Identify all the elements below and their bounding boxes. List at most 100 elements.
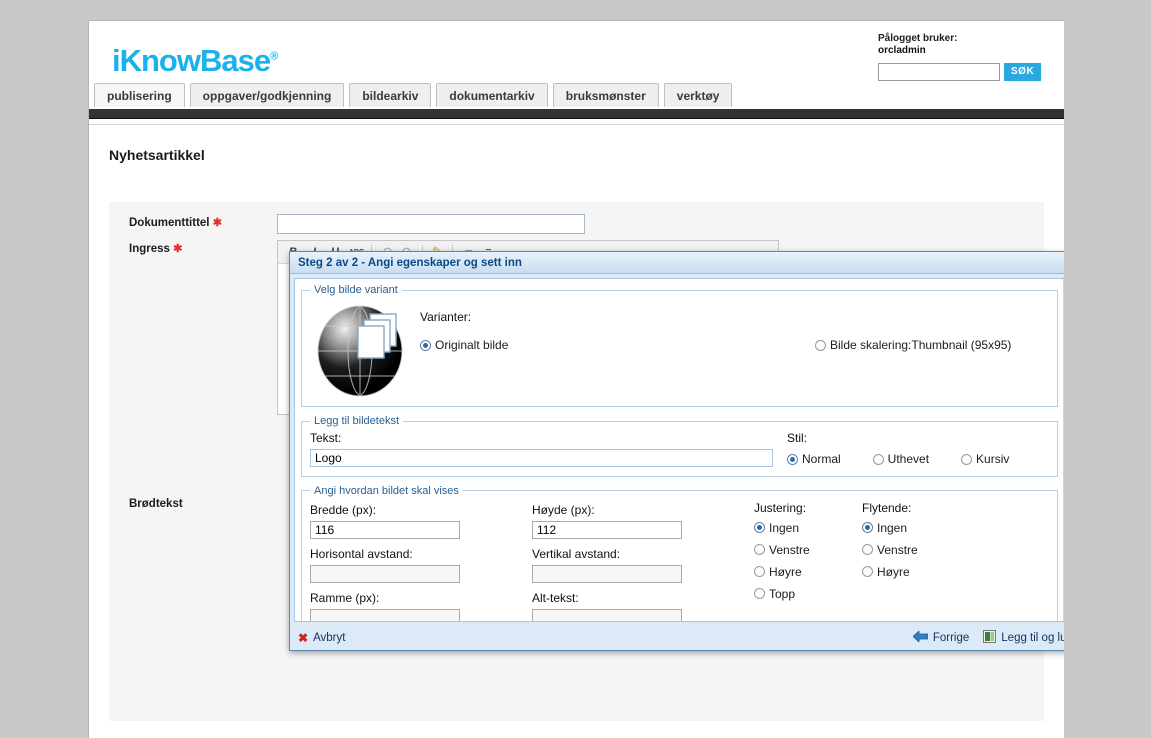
variant-option-label: Originalt bilde <box>435 338 509 352</box>
variant-option-label: Bilde skalering:Thumbnail (95x95) <box>830 338 1012 352</box>
height-input[interactable] <box>532 520 682 539</box>
align-option-topp[interactable]: Topp <box>754 587 850 601</box>
radio-icon[interactable] <box>420 339 431 351</box>
vspace-input[interactable] <box>532 564 682 583</box>
align-option-hoyre[interactable]: Høyre <box>754 565 850 579</box>
close-x-icon: ✖ <box>298 631 309 645</box>
main-nav-tabs: publisering oppgaver/godkjenning bildearki… <box>89 83 1064 109</box>
radio-icon[interactable] <box>754 588 765 599</box>
insert-image-dialog: Steg 2 av 2 - Angi egenskaper og sett in… <box>289 251 1064 651</box>
radio-icon[interactable] <box>754 566 765 577</box>
logged-in-user-label: Pålogget bruker: <box>878 33 958 44</box>
variant-option-original[interactable]: Originalt bilde <box>420 338 815 354</box>
dialog-footer: ✖ Avbryt Forrige Legg til og lukk <box>290 626 1064 650</box>
search-button[interactable]: SØK <box>1004 63 1042 81</box>
alt-text-input[interactable] <box>532 608 682 621</box>
previous-label: Forrige <box>932 632 970 644</box>
tab-oppgaver-godkjenning[interactable]: oppgaver/godkjenning <box>189 83 345 107</box>
caption-style-radio-group: Normal Uthevet Kursiv <box>787 449 1049 468</box>
radio-icon[interactable] <box>961 453 973 465</box>
variant-row: Varianter: Originalt bilde Bilde skaleri… <box>310 300 1049 398</box>
submit-button[interactable]: Legg til og lukk <box>983 630 1064 646</box>
caption-text-label: Tekst: <box>310 431 342 445</box>
registered-mark-icon: ® <box>270 50 278 63</box>
dialog-scrollbar[interactable]: ▲ ▼ <box>1063 279 1064 621</box>
variant-option-thumbnail[interactable]: Bilde skalering:Thumbnail (95x95) <box>815 338 1023 354</box>
style-option-uthevet[interactable]: Uthevet <box>872 452 941 468</box>
style-option-kursiv[interactable]: Kursiv <box>961 452 1021 468</box>
radio-icon[interactable] <box>754 522 765 533</box>
tab-verktoy[interactable]: verktøy <box>663 83 733 107</box>
border-label: Ramme (px): <box>310 590 380 605</box>
dialog-body: Velg bilde variant Varianter: Originalt … <box>294 278 1064 622</box>
user-box: Pålogget bruker: orcladmin SØK <box>878 33 1050 81</box>
display-legend: Angi hvordan bildet skal vises <box>314 484 459 497</box>
radio-icon[interactable] <box>862 544 873 555</box>
float-option-ingen[interactable]: Ingen <box>862 521 958 535</box>
dialog-footer-left: ✖ Avbryt <box>298 631 913 645</box>
cancel-button[interactable]: ✖ Avbryt <box>298 631 345 645</box>
align-option-venstre[interactable]: Venstre <box>754 543 850 557</box>
radio-icon[interactable] <box>754 544 765 555</box>
align-option-ingen[interactable]: Ingen <box>754 521 850 535</box>
caption-text-input[interactable] <box>310 449 773 467</box>
brodtekst-label: Brødtekst <box>129 498 183 510</box>
dialog-title: Steg 2 av 2 - Angi egenskaper og sett in… <box>298 256 522 269</box>
radio-icon[interactable] <box>815 339 826 351</box>
caption-legend: Legg til bildetekst <box>314 415 399 427</box>
tab-dokumentarkiv[interactable]: dokumentarkiv <box>436 83 548 107</box>
display-col-middle: Høyde (px): Vertikal avstand: Alt-tekst: <box>532 501 754 621</box>
width-input[interactable] <box>310 520 460 539</box>
display-col-left: Bredde (px): Horisontal avstand: Ramme (… <box>310 501 532 621</box>
cancel-label: Avbryt <box>313 632 346 644</box>
tab-publisering[interactable]: publisering <box>94 83 185 107</box>
border-input[interactable] <box>310 608 460 621</box>
alt-text-label: Alt-tekst: <box>532 590 579 605</box>
site-header: iKnowBase® Pålogget bruker: orcladmin SØ… <box>89 21 1064 83</box>
variant-legend: Velg bilde variant <box>314 284 398 296</box>
radio-icon[interactable] <box>872 453 884 465</box>
radio-icon[interactable] <box>862 566 873 577</box>
page-title: Nyhetsartikkel <box>109 147 205 163</box>
float-option-label: Ingen <box>877 520 908 535</box>
image-globe-icon <box>316 302 408 398</box>
nav-divider <box>89 109 1064 119</box>
align-option-label: Ingen <box>769 520 800 535</box>
hspace-label: Horisontal avstand: <box>310 546 413 561</box>
tab-bruksmonster[interactable]: bruksmønster <box>552 83 659 107</box>
caption-row: Tekst: Stil: Normal Uthevet Kursiv <box>310 431 1049 468</box>
arrow-left-icon <box>912 630 929 645</box>
align-option-label: Venstre <box>769 542 810 557</box>
ingress-label: Ingress ✱ <box>109 240 277 258</box>
previous-button[interactable]: Forrige <box>912 630 970 645</box>
caption-style-label: Stil: <box>787 431 808 445</box>
dialog-footer-right: Forrige Legg til og lukk <box>912 630 1064 646</box>
style-option-normal[interactable]: Normal <box>787 452 853 468</box>
logged-in-user-name: orcladmin <box>878 45 926 56</box>
variant-body: Varianter: Originalt bilde Bilde skaleri… <box>420 300 1049 354</box>
hspace-input[interactable] <box>310 564 460 583</box>
float-option-label: Høyre <box>877 564 910 579</box>
float-option-label: Venstre <box>877 542 918 557</box>
insert-image-icon <box>983 630 997 646</box>
nav-divider-light <box>89 119 1064 125</box>
float-option-hoyre[interactable]: Høyre <box>862 565 958 579</box>
style-option-label: Uthevet <box>887 452 930 466</box>
style-option-label: Kursiv <box>976 452 1010 466</box>
application-window: iKnowBase® Pålogget bruker: orcladmin SØ… <box>88 20 1064 738</box>
dialog-title-bar[interactable]: Steg 2 av 2 - Angi egenskaper og sett in… <box>290 252 1064 274</box>
radio-icon[interactable] <box>862 522 873 533</box>
vspace-label: Vertikal avstand: <box>532 546 621 561</box>
tab-bildearkiv[interactable]: bildearkiv <box>349 83 432 107</box>
variant-fieldset: Velg bilde variant Varianter: Originalt … <box>301 284 1058 407</box>
dokumenttittel-input[interactable] <box>277 214 585 234</box>
align-option-label: Topp <box>769 586 796 601</box>
caption-text-col: Tekst: <box>310 431 773 467</box>
search-input[interactable] <box>878 63 1000 81</box>
form-row-dokumenttittel: Dokumenttittel ✱ <box>109 214 1044 234</box>
float-option-venstre[interactable]: Venstre <box>862 543 958 557</box>
dokumenttittel-label-text: Dokumenttittel <box>129 217 210 229</box>
height-label: Høyde (px): <box>532 502 595 517</box>
style-option-label: Normal <box>802 452 841 466</box>
radio-icon[interactable] <box>787 453 798 465</box>
